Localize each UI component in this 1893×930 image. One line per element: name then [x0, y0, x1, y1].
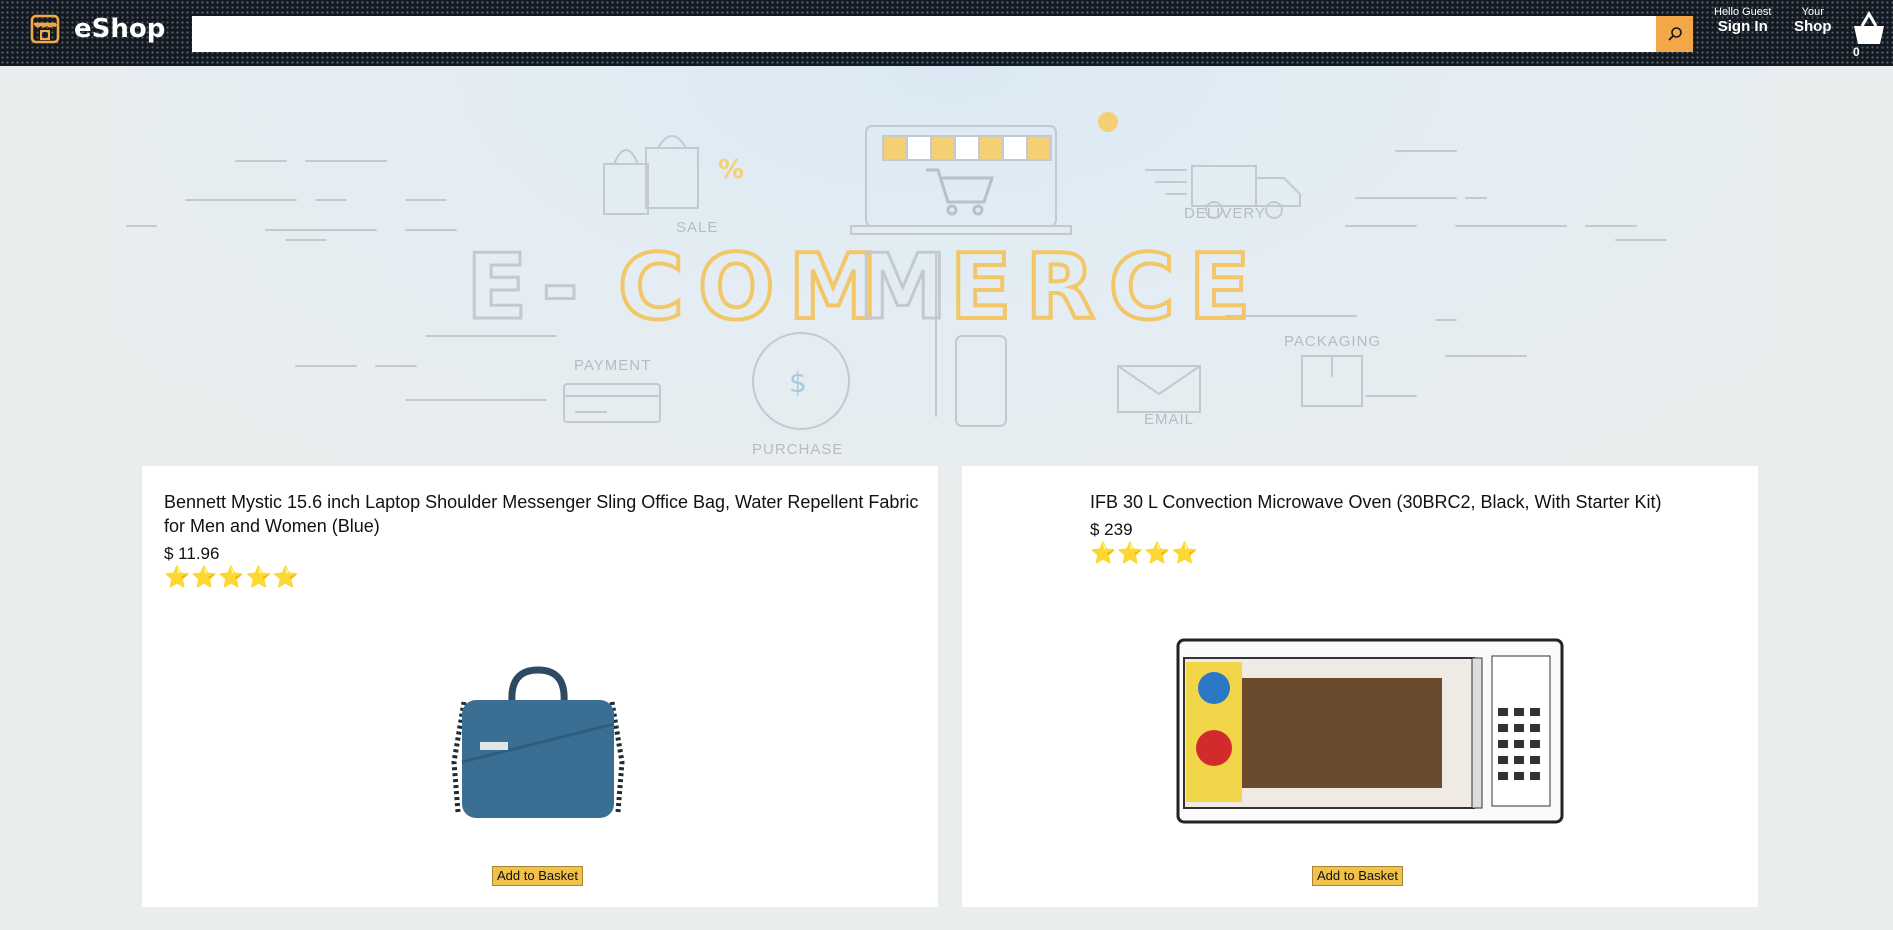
product-title[interactable]: Bennett Mystic 15.6 inch Laptop Shoulder…: [164, 490, 924, 538]
banner-label-packaging: PACKAGING: [1284, 333, 1381, 350]
product-card: IFB 30 L Convection Microwave Oven (30BR…: [962, 466, 1758, 907]
add-to-basket-button[interactable]: Add to Basket: [492, 866, 583, 886]
sign-in-option[interactable]: Hello Guest Sign In: [1714, 6, 1771, 36]
shop-label: Shop: [1794, 18, 1832, 35]
hero-banner: % $ SALE DELIVERY PAYMENT PACKAGING PURC…: [126, 66, 1776, 466]
laptop-bag-image[interactable]: [450, 662, 626, 826]
banner-headline-com: COM: [618, 235, 892, 340]
basket-count: 0: [1853, 45, 1860, 59]
product-title[interactable]: IFB 30 L Convection Microwave Oven (30BR…: [1090, 490, 1690, 514]
product-price: $ 239: [1090, 520, 1133, 539]
product-info: Bennett Mystic 15.6 inch Laptop Shoulder…: [164, 490, 924, 590]
svg-text:$: $: [789, 366, 807, 399]
banner-label-sale: SALE: [676, 219, 718, 236]
banner-headline-erce: ERCE: [950, 235, 1264, 340]
your-label: Your: [1801, 6, 1824, 18]
logo[interactable]: eShop: [30, 14, 165, 44]
logo-text: eShop: [74, 14, 166, 44]
banner-headline-e: E-: [466, 235, 593, 340]
product-card: Bennett Mystic 15.6 inch Laptop Shoulder…: [142, 466, 938, 907]
header-bar: eShop Hello Guest Sign In Your Shop 0: [0, 0, 1893, 66]
product-price: $ 11.96: [164, 544, 220, 563]
svg-text:%: %: [718, 155, 744, 185]
sign-in-label: Sign In: [1717, 18, 1768, 35]
banner-headline-m: M: [858, 235, 962, 340]
product-info: IFB 30 L Convection Microwave Oven (30BR…: [1090, 490, 1690, 566]
add-to-basket-button[interactable]: Add to Basket: [1312, 866, 1403, 886]
banner-label-purchase: PURCHASE: [752, 441, 843, 458]
banner-label-payment: PAYMENT: [574, 357, 651, 374]
shop-option[interactable]: Your Shop: [1794, 6, 1832, 36]
banner-label-delivery: DELIVERY: [1184, 205, 1266, 222]
storefront-icon: [30, 14, 60, 44]
search-button[interactable]: [1656, 16, 1693, 52]
search-input[interactable]: [192, 16, 1656, 52]
product-rating: ⭐⭐⭐⭐⭐: [164, 566, 300, 589]
microwave-oven-image[interactable]: [1176, 638, 1564, 824]
greeting-label: Hello Guest: [1714, 6, 1772, 18]
search-icon: [1667, 27, 1682, 41]
product-rating: ⭐⭐⭐⭐: [1090, 542, 1199, 565]
banner-label-email: EMAIL: [1144, 411, 1194, 428]
